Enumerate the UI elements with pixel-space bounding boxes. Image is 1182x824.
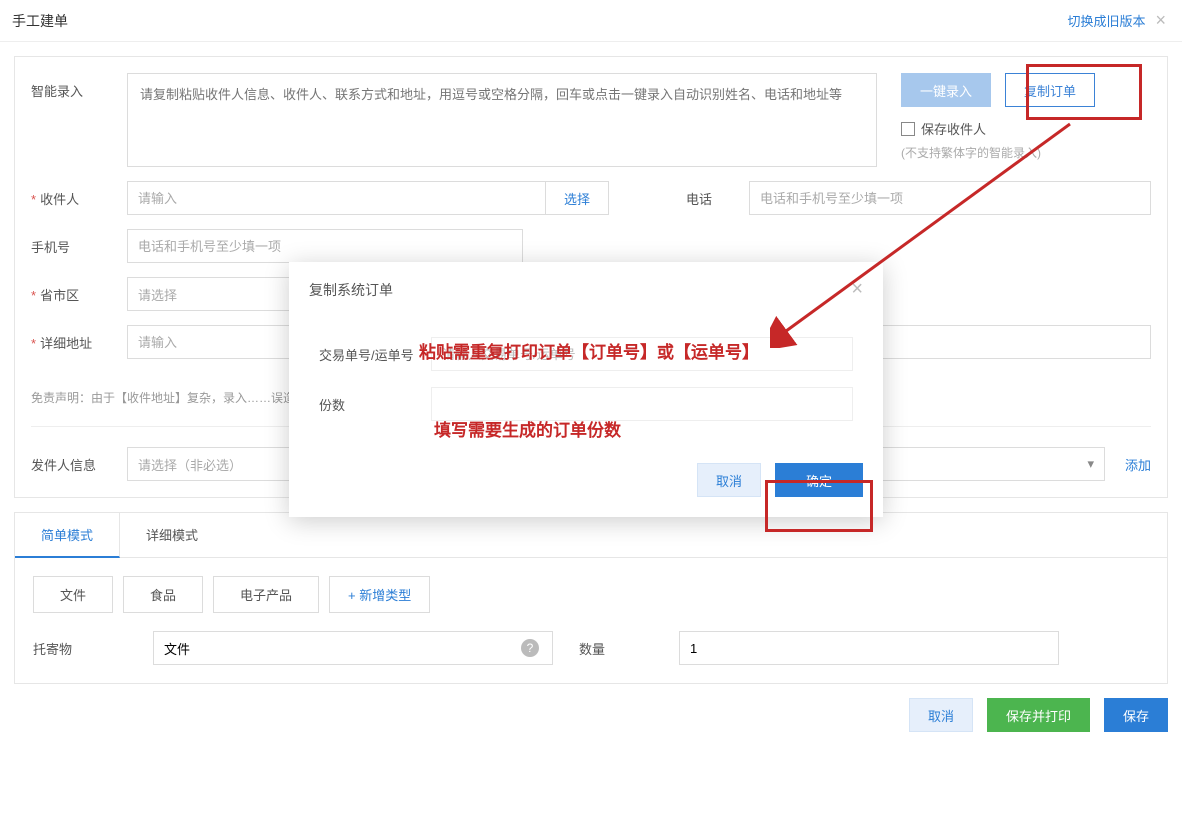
copy-order-modal: 复制系统订单 × 交易单号/运单号 份数 取消 确定 (289, 262, 883, 517)
copy-order-button[interactable]: 复制订单 (1005, 73, 1095, 107)
goods-row: 托寄物 ? 数量 (33, 631, 1149, 665)
phone-label: 电话 (669, 189, 729, 208)
modal-cancel-button[interactable]: 取消 (697, 463, 761, 497)
address-label: 详细地址 (31, 325, 127, 352)
tabs: 简单模式 详细模式 (15, 513, 1167, 558)
tab-simple[interactable]: 简单模式 (15, 513, 120, 558)
save-recipient-label: 保存收件人 (921, 119, 986, 138)
tabs-section: 简单模式 详细模式 文件 食品 电子产品 + 新增类型 托寄物 ? 数量 (14, 512, 1168, 684)
phone-input[interactable] (749, 181, 1151, 215)
save-button[interactable]: 保存 (1104, 698, 1168, 732)
tab-detail[interactable]: 详细模式 (120, 513, 225, 557)
chip-elec[interactable]: 电子产品 (213, 576, 319, 613)
switch-version-link[interactable]: 切换成旧版本 (1067, 11, 1145, 30)
phone-field: 电话 (669, 181, 1151, 215)
goods-label: 托寄物 (33, 639, 113, 658)
mobile-input[interactable] (127, 229, 523, 263)
modal-header: 复制系统订单 × (289, 262, 883, 311)
chip-food[interactable]: 食品 (123, 576, 203, 613)
smart-input-label: 智能录入 (31, 73, 127, 100)
close-icon[interactable]: × (1155, 10, 1166, 31)
region-label: 省市区 (31, 277, 127, 304)
save-recipient-checkbox-row[interactable]: 保存收件人 (901, 119, 1151, 138)
modal-title: 复制系统订单 (309, 280, 393, 300)
chip-file[interactable]: 文件 (33, 576, 113, 613)
goods-input[interactable] (153, 631, 553, 665)
header-right: 切换成旧版本 × (1067, 10, 1166, 31)
cancel-button[interactable]: 取消 (909, 698, 973, 732)
save-print-button[interactable]: 保存并打印 (987, 698, 1090, 732)
region-placeholder: 请选择 (138, 285, 177, 304)
checkbox-icon[interactable] (901, 122, 915, 136)
recipient-input-group: 选择 (127, 181, 609, 215)
modal-row-order-no: 交易单号/运单号 (319, 337, 853, 371)
chevron-down-icon: ▾ (1087, 456, 1094, 472)
modal-copies-label: 份数 (319, 395, 431, 414)
recipient-label: 收件人 (31, 181, 127, 208)
sender-placeholder: 请选择（非必选） (138, 455, 242, 474)
modal-order-input[interactable] (431, 337, 853, 371)
recipient-two-col: 选择 电话 (127, 181, 1151, 215)
smart-hint: (不支持繁体字的智能录入) (901, 144, 1151, 161)
modal-copies-input[interactable] (431, 387, 853, 421)
help-icon[interactable]: ? (521, 639, 539, 657)
modal-close-icon[interactable]: × (851, 278, 863, 301)
mobile-label: 手机号 (31, 229, 127, 256)
chip-row: 文件 食品 电子产品 + 新增类型 (33, 576, 1149, 613)
page-title: 手工建单 (12, 11, 68, 31)
recipient-row: 收件人 选择 电话 (31, 181, 1151, 215)
smart-btn-row: 一键录入 复制订单 (901, 73, 1151, 107)
smart-input-textarea[interactable] (127, 73, 877, 167)
chip-add-type[interactable]: + 新增类型 (329, 576, 430, 613)
modal-ok-button[interactable]: 确定 (775, 463, 863, 497)
sender-label: 发件人信息 (31, 455, 127, 474)
header: 手工建单 切换成旧版本 × (0, 0, 1182, 42)
footer-buttons: 取消 保存并打印 保存 (0, 698, 1182, 752)
recipient-input[interactable] (127, 181, 545, 215)
modal-body: 交易单号/运单号 份数 (289, 311, 883, 457)
modal-order-label: 交易单号/运单号 (319, 345, 431, 364)
onekey-button[interactable]: 一键录入 (901, 73, 991, 107)
modal-footer: 取消 确定 (289, 457, 883, 517)
qty-input[interactable] (679, 631, 1059, 665)
modal-row-copies: 份数 (319, 387, 853, 421)
recipient-field: 选择 (127, 181, 609, 215)
mobile-row: 手机号 (31, 229, 1151, 263)
sender-add-button[interactable]: 添加 (1125, 455, 1151, 474)
recipient-select-button[interactable]: 选择 (545, 181, 609, 215)
smart-input-row: 智能录入 一键录入 复制订单 保存收件人 (不支持繁体字的智能录入) (31, 73, 1151, 167)
smart-right-block: 一键录入 复制订单 保存收件人 (不支持繁体字的智能录入) (901, 73, 1151, 161)
tabs-body: 文件 食品 电子产品 + 新增类型 托寄物 ? 数量 (15, 558, 1167, 683)
qty-label: 数量 (579, 639, 639, 658)
